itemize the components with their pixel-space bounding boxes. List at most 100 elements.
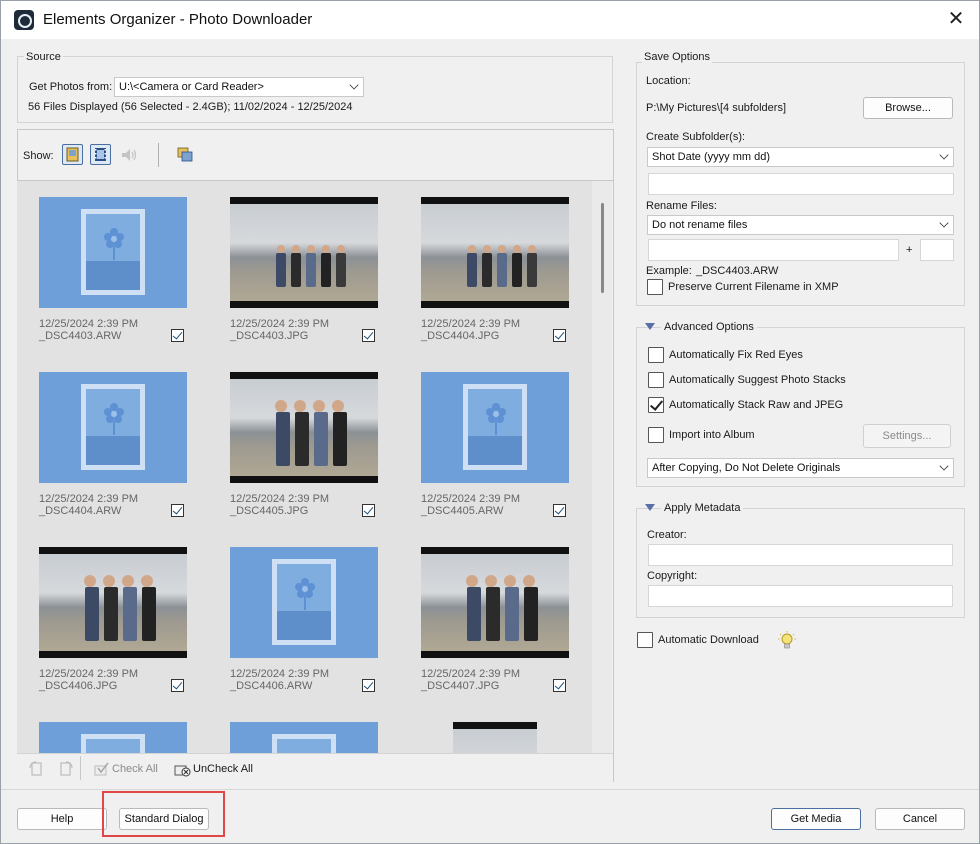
help-button[interactable]: Help — [17, 808, 107, 830]
thumbnail-checkbox[interactable] — [171, 679, 184, 692]
thumbnail-checkbox[interactable] — [362, 329, 375, 342]
files-summary: 56 Files Displayed (56 Selected - 2.4GB)… — [28, 101, 353, 113]
thumbnail-filename: _DSC4405.ARW — [421, 505, 504, 517]
flower-icon — [295, 578, 315, 610]
rename-files-dropdown[interactable]: Do not rename files — [647, 215, 954, 235]
thumbnail-filename: _DSC4407.JPG — [421, 680, 500, 692]
thumbnail-image[interactable] — [230, 197, 378, 308]
thumbnail-image[interactable] — [230, 547, 378, 658]
creator-field[interactable] — [648, 544, 953, 566]
create-subfolder-dropdown[interactable]: Shot Date (yyyy mm dd) — [647, 147, 954, 167]
thumbnail-checkbox[interactable] — [171, 504, 184, 517]
thumbnail-image[interactable] — [230, 722, 378, 753]
title-bar: Elements Organizer - Photo Downloader ✕ — [1, 1, 979, 39]
check-all-button[interactable]: Check All — [112, 763, 158, 775]
photo-scene — [230, 204, 378, 301]
grid-scrollbar-thumb[interactable] — [601, 203, 604, 293]
creator-label: Creator: — [647, 529, 687, 541]
thumbnail-image[interactable] — [39, 372, 187, 483]
thumbnail-image[interactable] — [39, 547, 187, 658]
video-filter-toggle[interactable] — [90, 144, 111, 165]
photo-filter-toggle[interactable] — [62, 144, 83, 165]
chevron-down-icon — [349, 80, 359, 90]
photo-scene — [421, 554, 569, 651]
copyright-field[interactable] — [648, 585, 953, 607]
thumbnail-grid: 12/25/2024 2:39 PM _DSC4403.ARW 12/25/2024… — [17, 181, 592, 753]
thumbnail-filename: _DSC4405.JPG — [230, 505, 309, 517]
get-media-button[interactable]: Get Media — [771, 808, 861, 830]
uncheck-all-button[interactable]: UnCheck All — [193, 763, 253, 775]
import-album-label: Import into Album — [669, 429, 755, 441]
rename-files-label: Rename Files: — [646, 200, 717, 212]
copyright-label: Copyright: — [647, 570, 698, 582]
stack-view-icon[interactable] — [176, 146, 194, 164]
thumbnail-date: 12/25/2024 2:39 PM — [230, 493, 330, 505]
window-title: Elements Organizer - Photo Downloader — [43, 11, 313, 28]
photo-scene — [39, 554, 187, 651]
flower-icon — [104, 228, 124, 260]
audio-filter-icon[interactable] — [119, 146, 139, 164]
advanced-options-title[interactable]: Advanced Options — [661, 321, 757, 333]
example-value: _DSC4403.ARW — [696, 265, 779, 277]
after-copying-dropdown[interactable]: After Copying, Do Not Delete Originals — [647, 458, 954, 478]
rename-prefix-field[interactable] — [648, 239, 899, 261]
import-album-checkbox[interactable] — [648, 427, 664, 443]
rotate-left-icon[interactable] — [27, 760, 45, 778]
apply-metadata-title[interactable]: Apply Metadata — [661, 502, 744, 514]
raw-placeholder-frame — [463, 384, 527, 470]
location-value: P:\My Pictures\[4 subfolders] — [646, 102, 786, 114]
thumbnail-date: 12/25/2024 2:39 PM — [230, 318, 330, 330]
stack-raw-jpeg-checkbox[interactable] — [648, 397, 664, 413]
close-button[interactable]: ✕ — [943, 7, 969, 33]
thumbnail-image[interactable] — [421, 372, 569, 483]
flower-icon — [486, 403, 506, 435]
thumbnail-filename: _DSC4406.JPG — [39, 680, 118, 692]
thumbnail-checkbox[interactable] — [553, 679, 566, 692]
album-settings-button[interactable]: Settings... — [863, 424, 951, 448]
plus-label: + — [906, 244, 913, 256]
thumbnail-image[interactable] — [453, 722, 537, 753]
after-copying-value: After Copying, Do Not Delete Originals — [652, 462, 841, 474]
create-subfolder-label: Create Subfolder(s): — [646, 131, 746, 143]
thumbnail-date: 12/25/2024 2:39 PM — [39, 318, 139, 330]
photo-downloader-window: Elements Organizer - Photo Downloader ✕ … — [0, 0, 980, 844]
automatic-download-label: Automatic Download — [658, 634, 759, 646]
footer-divider — [1, 789, 979, 790]
cancel-button[interactable]: Cancel — [875, 808, 965, 830]
raw-placeholder-frame — [272, 734, 336, 753]
thumbnail-image[interactable] — [39, 722, 187, 753]
browse-button[interactable]: Browse... — [863, 97, 953, 119]
thumbnail-checkbox[interactable] — [171, 329, 184, 342]
collapse-metadata-icon[interactable] — [645, 504, 655, 511]
thumbnail-image[interactable] — [39, 197, 187, 308]
people-figures — [466, 575, 538, 641]
thumbnail-image[interactable] — [230, 372, 378, 483]
thumbnail-date: 12/25/2024 2:39 PM — [421, 668, 521, 680]
rename-number-field[interactable] — [920, 239, 954, 261]
thumbnail-checkbox[interactable] — [553, 329, 566, 342]
lightbulb-icon[interactable] — [778, 631, 796, 653]
collapse-advanced-icon[interactable] — [645, 323, 655, 330]
thumbnail-checkbox[interactable] — [553, 504, 566, 517]
suggest-stacks-checkbox[interactable] — [648, 372, 664, 388]
custom-subfolder-field[interactable] — [648, 173, 954, 195]
preserve-filename-checkbox[interactable] — [647, 279, 663, 295]
thumbnail-checkbox[interactable] — [362, 504, 375, 517]
fix-red-eyes-checkbox[interactable] — [648, 347, 664, 363]
save-options-title: Save Options — [642, 51, 713, 63]
rotate-right-icon[interactable] — [57, 760, 75, 778]
get-photos-from-dropdown[interactable]: U:\<Camera or Card Reader> — [114, 77, 364, 97]
people-figures — [84, 575, 156, 641]
thumbnail-image[interactable] — [421, 547, 569, 658]
thumbnail-image[interactable] — [421, 197, 569, 308]
thumbnail-date: 12/25/2024 2:39 PM — [39, 493, 139, 505]
get-photos-from-label: Get Photos from: — [29, 81, 113, 93]
thumbnail-checkbox[interactable] — [362, 679, 375, 692]
thumbnail-date: 12/25/2024 2:39 PM — [421, 493, 521, 505]
source-group-title: Source — [24, 51, 63, 63]
raw-placeholder-frame — [81, 384, 145, 470]
stack-raw-jpeg-label: Automatically Stack Raw and JPEG — [669, 399, 844, 411]
automatic-download-checkbox[interactable] — [637, 632, 653, 648]
raw-placeholder-frame — [272, 559, 336, 645]
thumbnail-filename: _DSC4406.ARW — [230, 680, 313, 692]
